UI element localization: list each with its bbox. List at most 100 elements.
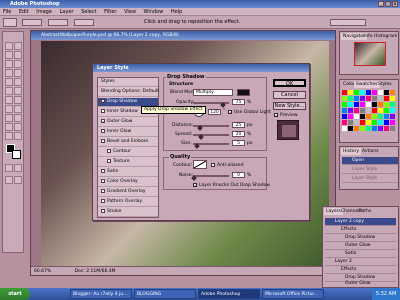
- color-swatch[interactable]: [372, 90, 377, 95]
- eyedropper-icon[interactable]: [14, 123, 22, 131]
- style-checkbox[interactable]: [101, 198, 105, 203]
- healing-brush-icon[interactable]: [5, 69, 13, 77]
- style-list-item[interactable]: Color Overlay: [98, 178, 158, 187]
- history-item[interactable]: Layer Style: [342, 175, 398, 183]
- color-swatch[interactable]: [384, 126, 389, 131]
- color-swatch[interactable]: [348, 114, 353, 119]
- gradient-tool-icon[interactable]: [14, 87, 22, 95]
- color-swatch[interactable]: [378, 126, 383, 131]
- angle-input[interactable]: 120: [208, 109, 221, 115]
- style-list-item[interactable]: Contour: [98, 148, 158, 157]
- color-swatch[interactable]: [360, 126, 365, 131]
- color-swatch[interactable]: [384, 102, 389, 107]
- layer-effect-row[interactable]: Outer Glow: [325, 281, 396, 287]
- style-checkbox[interactable]: ✓: [101, 118, 105, 123]
- move-tool-icon[interactable]: [14, 42, 22, 50]
- taskbar-item-blogging[interactable]: BLOGGING: [134, 289, 196, 299]
- color-swatch[interactable]: [390, 126, 395, 131]
- tab-paths[interactable]: Paths: [357, 208, 373, 215]
- menu-view[interactable]: View: [121, 8, 139, 16]
- style-checkbox[interactable]: [107, 148, 111, 153]
- color-swatch[interactable]: [390, 90, 395, 95]
- shape-tool-icon[interactable]: [14, 114, 22, 122]
- notes-tool-icon[interactable]: [5, 123, 13, 131]
- eraser-tool-icon[interactable]: [5, 87, 13, 95]
- color-swatch[interactable]: [378, 108, 383, 113]
- menu-layer[interactable]: Layer: [57, 8, 77, 16]
- menu-window[interactable]: Window: [141, 8, 167, 16]
- color-swatch[interactable]: [354, 96, 359, 101]
- color-swatch[interactable]: [360, 102, 365, 107]
- hand-tool-icon[interactable]: [5, 132, 13, 140]
- noise-slider[interactable]: [193, 175, 229, 177]
- color-swatch[interactable]: [390, 96, 395, 101]
- layer-effects-row[interactable]: Effects: [325, 266, 396, 274]
- menu-help[interactable]: Help: [168, 8, 185, 16]
- color-swatch[interactable]: [366, 96, 371, 101]
- color-swatch[interactable]: [378, 102, 383, 107]
- auto-select-checkbox[interactable]: [22, 19, 42, 26]
- style-list-item[interactable]: Bevel and Emboss: [98, 138, 158, 147]
- quick-mask-off-icon[interactable]: [5, 164, 13, 172]
- color-swatch[interactable]: [366, 114, 371, 119]
- color-swatch[interactable]: [348, 102, 353, 107]
- cancel-button[interactable]: Cancel: [273, 91, 306, 99]
- size-input[interactable]: 5: [232, 140, 245, 146]
- color-swatch[interactable]: [360, 108, 365, 113]
- shadow-color-swatch[interactable]: [237, 89, 250, 96]
- style-checkbox[interactable]: [101, 108, 105, 113]
- tab-histogram[interactable]: Histogram: [372, 33, 399, 40]
- marquee-tool-icon[interactable]: [5, 42, 13, 50]
- color-swatch[interactable]: [378, 120, 383, 125]
- color-swatch[interactable]: [372, 120, 377, 125]
- navigator-thumbnail[interactable]: [354, 42, 386, 66]
- blend-mode-select[interactable]: Multiply: [193, 89, 233, 96]
- color-swatch[interactable]: [366, 102, 371, 107]
- lasso-tool-icon[interactable]: [5, 51, 13, 59]
- style-list-item[interactable]: Texture: [98, 158, 158, 167]
- knocks-out-checkbox[interactable]: ✓: [193, 183, 197, 188]
- color-swatch[interactable]: [372, 114, 377, 119]
- color-swatch[interactable]: [360, 90, 365, 95]
- use-global-light-checkbox[interactable]: ✓: [228, 110, 232, 115]
- style-checkbox[interactable]: [101, 138, 105, 143]
- layer-effect-row[interactable]: Drop Shadow: [325, 234, 396, 242]
- spread-input[interactable]: 20: [232, 131, 245, 137]
- type-tool-icon[interactable]: [14, 105, 22, 113]
- color-swatch[interactable]: [354, 120, 359, 125]
- style-list-item[interactable]: Satin: [98, 168, 158, 177]
- new-style-button[interactable]: New Style...: [273, 102, 306, 110]
- color-swatch[interactable]: [342, 114, 347, 119]
- anti-aliased-checkbox[interactable]: [211, 163, 215, 167]
- taskbar-item-photoshop[interactable]: Adobe Photoshop: [198, 289, 260, 299]
- blur-tool-icon[interactable]: [5, 96, 13, 104]
- style-list-item[interactable]: Blending Options: Default: [98, 88, 159, 97]
- history-item[interactable]: Open: [342, 157, 398, 165]
- align-buttons[interactable]: [48, 19, 68, 26]
- menu-edit[interactable]: Edit: [16, 8, 32, 16]
- slice-tool-icon[interactable]: [14, 60, 22, 68]
- color-swatch[interactable]: [342, 108, 347, 113]
- color-swatch[interactable]: [390, 114, 395, 119]
- color-swatch[interactable]: [342, 90, 347, 95]
- color-swatch[interactable]: [372, 108, 377, 113]
- close-button[interactable]: x: [392, 1, 398, 7]
- style-list-item[interactable]: Stroke: [98, 208, 158, 217]
- noise-input[interactable]: 0: [232, 172, 245, 178]
- color-swatch[interactable]: [348, 90, 353, 95]
- style-checkbox[interactable]: [101, 168, 105, 173]
- menu-image[interactable]: Image: [33, 8, 55, 16]
- color-swatch[interactable]: [354, 90, 359, 95]
- menu-select[interactable]: Select: [78, 8, 99, 16]
- color-swatch[interactable]: [390, 108, 395, 113]
- color-swatch[interactable]: [372, 96, 377, 101]
- style-checkbox[interactable]: [101, 208, 105, 213]
- color-swatch[interactable]: [378, 114, 383, 119]
- contour-preview[interactable]: [193, 160, 207, 169]
- color-swatch[interactable]: [348, 96, 353, 101]
- tab-actions[interactable]: Actions: [360, 148, 380, 155]
- style-list-item[interactable]: Inner Glow: [98, 128, 158, 137]
- color-swatch[interactable]: [390, 102, 395, 107]
- style-list-item[interactable]: ✓ Outer Glow: [98, 118, 158, 127]
- distribute-buttons[interactable]: [74, 19, 94, 26]
